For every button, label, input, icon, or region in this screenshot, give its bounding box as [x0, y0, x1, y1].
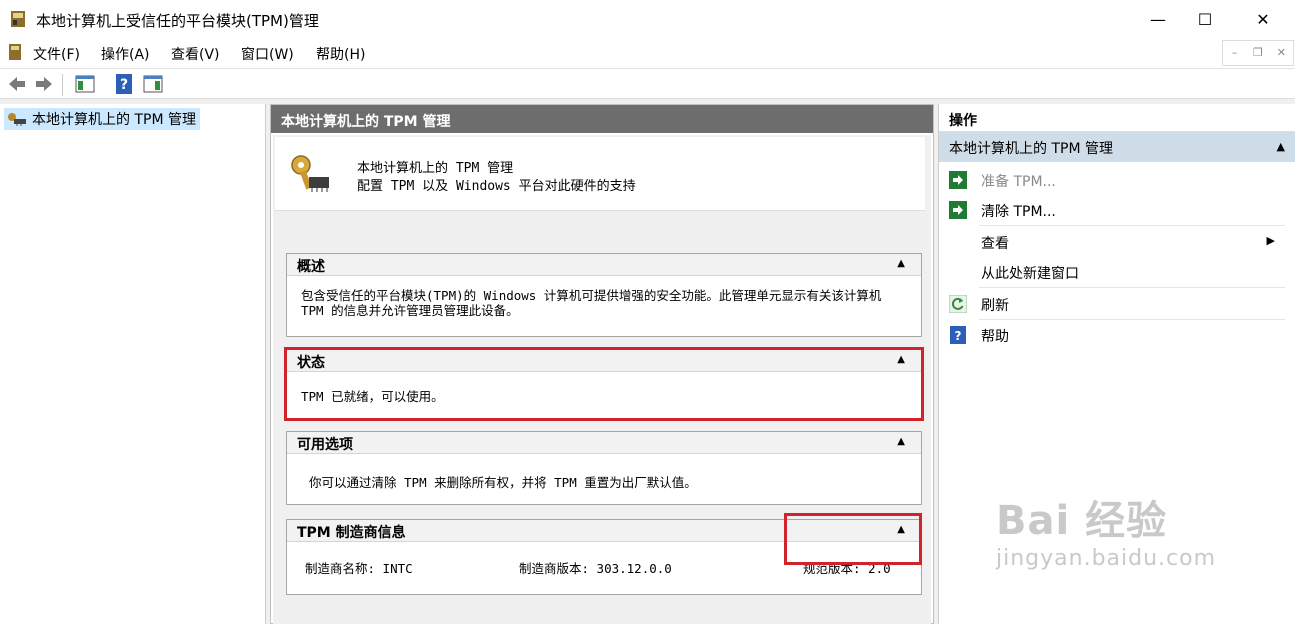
back-arrow-icon[interactable]	[6, 73, 28, 95]
toolbar: ?	[0, 68, 1295, 98]
collapse-caret-icon[interactable]: ▲	[897, 436, 905, 447]
refresh-icon	[949, 295, 967, 313]
intro-subtitle: 配置 TPM 以及 Windows 平台对此硬件的支持	[357, 179, 636, 194]
mdi-controls: – ❐ ✕	[1222, 40, 1294, 66]
action-divider	[979, 287, 1285, 288]
intro-title: 本地计算机上的 TPM 管理	[357, 161, 514, 176]
intro-banner: 本地计算机上的 TPM 管理 配置 TPM 以及 Windows 平台对此硬件的…	[275, 137, 925, 211]
action-label: 刷新	[981, 298, 1009, 314]
action-new-window[interactable]: 从此处新建窗口	[939, 258, 1289, 286]
options-title: 可用选项	[297, 437, 353, 453]
watermark-brand: Bai 经验	[996, 498, 1168, 544]
svg-text:?: ?	[955, 329, 962, 343]
toolbar-separator	[62, 74, 63, 96]
mdi-minimize-button[interactable]: –	[1223, 41, 1246, 65]
collapse-caret-icon[interactable]: ▲	[897, 258, 905, 269]
mdi-restore-button[interactable]: ❐	[1246, 41, 1269, 65]
action-divider	[979, 319, 1285, 320]
tree-item-label: 本地计算机上的 TPM 管理	[32, 112, 196, 128]
action-label: 查看	[981, 236, 1009, 252]
actions-title: 操作	[939, 104, 1295, 132]
menu-view[interactable]: 查看(V)	[171, 44, 220, 64]
options-header[interactable]: 可用选项 ▲	[287, 432, 921, 454]
action-refresh[interactable]: 刷新	[939, 290, 1289, 318]
help-icon: ?	[950, 326, 966, 344]
tree-item-tpm-management[interactable]: 本地计算机上的 TPM 管理	[4, 108, 200, 130]
manufacturer-version: 制造商版本: 303.12.0.0	[519, 561, 672, 576]
menu-bar: 文件(F) 操作(A) 查看(V) 窗口(W) 帮助(H)	[0, 38, 1295, 68]
action-clear-tpm[interactable]: 清除 TPM...	[939, 196, 1289, 224]
action-label: 准备 TPM...	[981, 174, 1056, 190]
action-prepare-tpm[interactable]: 准备 TPM...	[939, 166, 1289, 194]
maximize-button[interactable]: ☐	[1182, 0, 1228, 38]
forward-arrow-icon[interactable]	[33, 73, 55, 95]
menu-file[interactable]: 文件(F)	[33, 44, 80, 64]
action-view[interactable]: 查看 ▶	[939, 228, 1289, 256]
title-bar: 本地计算机上受信任的平台模块(TPM)管理 — ☐ ✕	[0, 0, 1295, 38]
tpm-app-icon	[11, 11, 25, 27]
action-divider	[979, 225, 1285, 226]
menu-action[interactable]: 操作(A)	[101, 44, 150, 64]
result-pane-header: 本地计算机上的 TPM 管理	[271, 105, 933, 133]
overview-header[interactable]: 概述 ▲	[287, 254, 921, 276]
manufacturer-title: TPM 制造商信息	[297, 525, 406, 541]
action-label: 帮助	[981, 329, 1009, 345]
options-section: 可用选项 ▲ 你可以通过清除 TPM 来删除所有权，并将 TPM 重置为出厂默认…	[286, 431, 922, 505]
action-label: 清除 TPM...	[981, 204, 1056, 220]
status-highlight-box	[284, 347, 924, 421]
actions-group-header[interactable]: 本地计算机上的 TPM 管理 ▲	[939, 132, 1295, 162]
tpm-key-large-icon	[291, 155, 329, 192]
mdi-close-button[interactable]: ✕	[1270, 41, 1293, 65]
overview-text: 包含受信任的平台模块(TPM)的 Windows 计算机可提供增强的安全功能。此…	[301, 288, 882, 318]
console-tree: 本地计算机上的 TPM 管理	[0, 104, 266, 624]
show-hide-console-tree-icon[interactable]	[74, 73, 96, 95]
action-label: 从此处新建窗口	[981, 266, 1079, 282]
spec-version-highlight-box	[784, 513, 922, 565]
svg-text:?: ?	[120, 77, 128, 93]
watermark-url: jingyan.baidu.com	[996, 546, 1217, 571]
menu-window[interactable]: 窗口(W)	[241, 44, 294, 64]
show-hide-action-pane-icon[interactable]	[142, 73, 164, 95]
tpm-key-icon	[8, 113, 26, 126]
green-arrow-icon	[949, 201, 967, 219]
result-pane: 本地计算机上的 TPM 管理 本地计算机上的 TPM 管理 配置 TPM 以及 …	[270, 104, 934, 624]
baidu-watermark: Bai 经验 jingyan.baidu.com	[996, 488, 1216, 571]
minimize-button[interactable]: —	[1135, 0, 1181, 38]
overview-title: 概述	[297, 259, 325, 275]
submenu-arrow-icon: ▶	[1266, 234, 1275, 247]
manufacturer-name: 制造商名称: INTC	[305, 561, 413, 576]
collapse-caret-icon[interactable]: ▲	[1277, 140, 1285, 153]
close-button[interactable]: ✕	[1240, 0, 1286, 38]
document-icon[interactable]	[6, 43, 24, 61]
options-text: 你可以通过清除 TPM 来删除所有权，并将 TPM 重置为出厂默认值。	[309, 475, 697, 490]
window-title: 本地计算机上受信任的平台模块(TPM)管理	[36, 12, 319, 30]
action-help[interactable]: ? 帮助	[939, 321, 1289, 349]
menu-help[interactable]: 帮助(H)	[316, 44, 365, 64]
overview-section: 概述 ▲ 包含受信任的平台模块(TPM)的 Windows 计算机可提供增强的安…	[286, 253, 922, 337]
green-arrow-icon	[949, 171, 967, 189]
help-icon[interactable]: ?	[113, 73, 135, 95]
actions-group-label: 本地计算机上的 TPM 管理	[949, 141, 1113, 157]
result-pane-content: 本地计算机上的 TPM 管理 配置 TPM 以及 Windows 平台对此硬件的…	[273, 135, 931, 624]
